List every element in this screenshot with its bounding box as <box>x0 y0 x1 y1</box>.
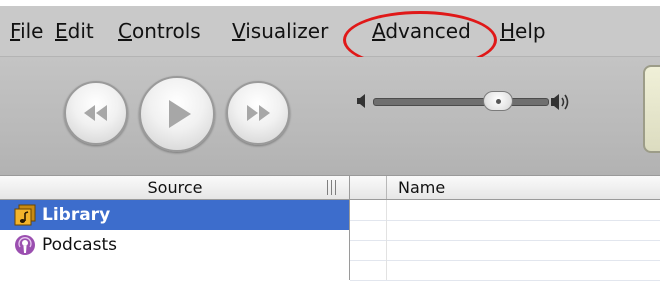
column-divider <box>349 176 350 199</box>
status-display-panel <box>643 65 660 153</box>
volume-low-icon <box>357 94 365 108</box>
fast-forward-icon <box>247 105 270 121</box>
source-item-library[interactable]: Library <box>0 200 349 230</box>
rewind-icon <box>84 105 107 121</box>
library-music-icon <box>14 204 36 226</box>
menu-help[interactable]: Help <box>500 18 546 44</box>
menu-bar: File Edit Controls Visualizer Advanced H… <box>0 6 660 69</box>
previous-track-button[interactable] <box>64 81 128 145</box>
menu-file[interactable]: File <box>10 18 43 44</box>
table-row[interactable] <box>350 240 660 261</box>
source-item-podcasts[interactable]: Podcasts <box>0 230 349 260</box>
column-resize-grip[interactable] <box>325 180 339 195</box>
menu-controls[interactable]: Controls <box>118 18 201 44</box>
volume-slider[interactable] <box>373 98 549 106</box>
source-item-label: Podcasts <box>42 235 117 255</box>
volume-slider-knob[interactable] <box>483 91 513 111</box>
name-column-header[interactable]: Name <box>398 176 445 199</box>
track-list <box>350 200 660 281</box>
source-list: Library Podcasts <box>0 200 350 280</box>
column-header-row: Source Name <box>0 175 660 200</box>
menu-edit[interactable]: Edit <box>55 18 94 44</box>
podcast-icon <box>15 235 35 255</box>
source-column-header[interactable]: Source <box>0 176 350 199</box>
track-column-divider <box>386 200 387 280</box>
source-item-label: Library <box>42 205 111 225</box>
volume-high-icon <box>551 94 569 110</box>
table-row[interactable] <box>350 260 660 281</box>
play-icon <box>169 100 191 128</box>
table-row[interactable] <box>350 220 660 241</box>
next-track-button[interactable] <box>226 81 290 145</box>
table-row[interactable] <box>350 200 660 221</box>
play-button[interactable] <box>139 76 215 152</box>
menu-visualizer[interactable]: Visualizer <box>232 18 328 44</box>
column-divider-2 <box>386 176 387 199</box>
